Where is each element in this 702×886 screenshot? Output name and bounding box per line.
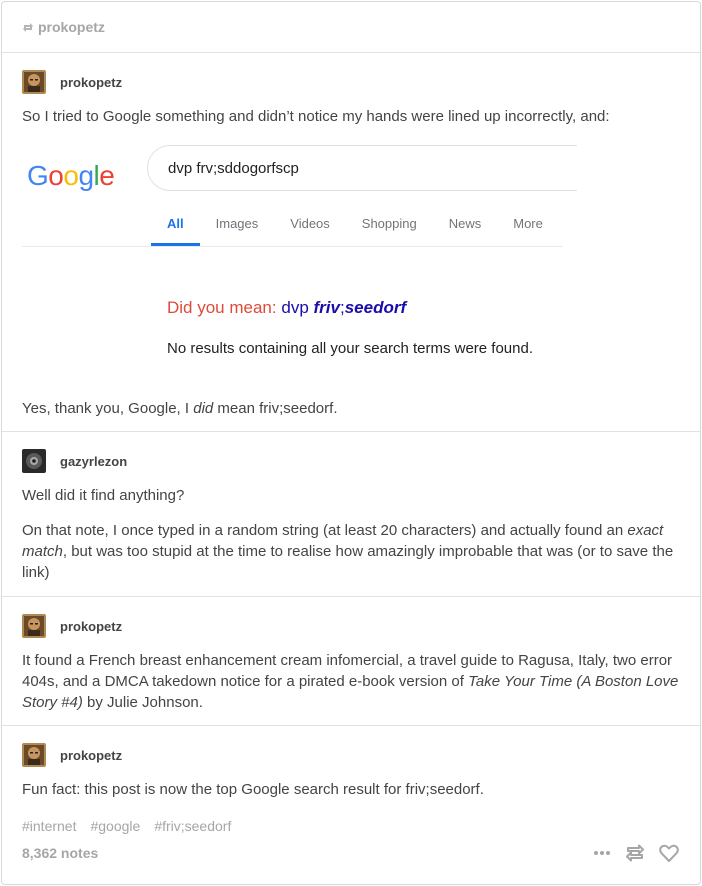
tag[interactable]: #friv;seedorf [154, 818, 231, 834]
tab-images: Images [215, 216, 259, 231]
reblog-header: prokopetz [2, 2, 700, 53]
tab-shopping: Shopping [361, 216, 417, 231]
post-section-1: prokopetz So I tried to Google something… [2, 53, 700, 432]
tag[interactable]: #internet [22, 818, 76, 834]
post-section-3: prokopetz It found a French breast enhan… [2, 597, 700, 726]
post-text: Well did it find anything? [22, 487, 185, 504]
suggestion-plain: dvp [281, 298, 309, 317]
reblog-icon[interactable] [624, 842, 646, 864]
tab-more: More [513, 216, 543, 231]
post-text: It found a French breast enhancement cre… [22, 652, 679, 711]
google-logo: Google [27, 160, 115, 192]
avatar[interactable] [22, 449, 46, 473]
username[interactable]: prokopetz [60, 75, 122, 90]
tab-videos: Videos [290, 216, 330, 231]
tag[interactable]: #google [90, 818, 140, 834]
reblog-username[interactable]: prokopetz [38, 19, 105, 35]
more-icon[interactable] [592, 843, 612, 863]
post-text: So I tried to Google something and didn’… [22, 108, 610, 125]
logo-letter: o [48, 160, 64, 191]
post-text: Fun fact: this post is now the top Googl… [22, 781, 484, 798]
logo-letter: e [99, 160, 115, 191]
post-section-2: gazyrlezon Well did it find anything? On… [2, 432, 700, 597]
no-results-text: No results containing all your search te… [167, 340, 534, 357]
logo-letter: G [27, 160, 49, 191]
avatar[interactable] [22, 614, 46, 638]
username[interactable]: prokopetz [60, 619, 122, 634]
tab-all: All [151, 216, 200, 246]
username[interactable]: gazyrlezon [60, 454, 127, 469]
post-text: Yes, thank you, Google, I did mean friv;… [22, 400, 338, 417]
post-section-4: prokopetz Fun fact: this post is now the… [2, 726, 700, 834]
search-query: dvp frv;sddogorfscp [168, 159, 299, 177]
suggestion-bold-1: friv [313, 298, 340, 317]
did-you-mean: Did you mean: dvp friv;seedorf [167, 298, 406, 318]
tab-news: News [448, 216, 482, 231]
suggestion-bold-2: seedorf [344, 298, 407, 317]
avatar[interactable] [22, 70, 46, 94]
reblog-icon [23, 23, 33, 32]
post-card: prokopetz prokopetz So I tried to Google… [1, 1, 701, 885]
heart-icon[interactable] [658, 842, 680, 864]
divider [22, 246, 563, 247]
search-tabs: All Images Videos Shopping News More [151, 216, 559, 246]
post-footer: 8,362 notes [22, 842, 680, 864]
post-text: On that note, I once typed in a random s… [22, 522, 674, 581]
tags: #internet #google #friv;seedorf [22, 818, 680, 834]
notes-count[interactable]: 8,362 notes [22, 845, 98, 861]
avatar[interactable] [22, 743, 46, 767]
logo-letter: o [63, 160, 79, 191]
google-screenshot: Google dvp frv;sddogorfscp All Images Vi… [22, 144, 577, 384]
search-box: dvp frv;sddogorfscp [147, 145, 577, 191]
logo-letter: g [78, 160, 94, 191]
username[interactable]: prokopetz [60, 748, 122, 763]
did-you-mean-label: Did you mean: [167, 298, 277, 317]
